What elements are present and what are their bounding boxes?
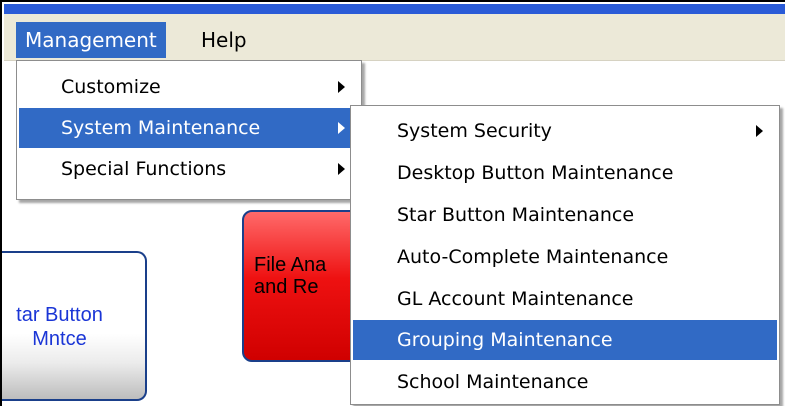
menu-item-label: GL Account Maintenance	[397, 288, 634, 310]
menu-item-desktop-button-maintenance[interactable]: Desktop Button Maintenance	[353, 153, 777, 193]
menu-item-label: System Maintenance	[61, 117, 261, 139]
menu-item-label: Grouping Maintenance	[397, 329, 613, 351]
star-button-maintenance-desktop-button[interactable]: tar Button Mntce	[2, 251, 147, 401]
system-maintenance-submenu: System Security Desktop Button Maintenan…	[350, 105, 780, 405]
menu-item-special-functions[interactable]: Special Functions	[19, 149, 359, 189]
app-window: tar Button Mntce File Ana and Re Managem…	[0, 0, 785, 406]
submenu-arrow-icon	[756, 125, 763, 137]
menu-bar: Management Help	[4, 14, 785, 61]
submenu-arrow-icon	[338, 163, 345, 175]
menu-item-system-security[interactable]: System Security	[353, 111, 777, 151]
menu-item-star-button-maintenance[interactable]: Star Button Maintenance	[353, 195, 777, 235]
management-dropdown-menu: Customize System Maintenance Special Fun…	[16, 60, 362, 200]
menu-management[interactable]: Management	[16, 22, 166, 58]
menu-item-label: Auto-Complete Maintenance	[397, 246, 669, 268]
menu-item-system-maintenance[interactable]: System Maintenance	[19, 108, 359, 148]
menu-item-label: Desktop Button Maintenance	[397, 162, 674, 184]
menu-item-label: System Security	[397, 120, 552, 142]
menu-item-label: Customize	[61, 76, 161, 98]
menu-item-school-maintenance[interactable]: School Maintenance	[353, 362, 777, 402]
title-bar-strip	[4, 4, 785, 14]
menu-item-label: Special Functions	[61, 158, 227, 180]
submenu-arrow-icon	[338, 122, 345, 134]
menu-item-grouping-maintenance[interactable]: Grouping Maintenance	[353, 320, 777, 360]
menu-help[interactable]: Help	[192, 22, 256, 58]
menu-item-label: Star Button Maintenance	[397, 204, 635, 226]
submenu-arrow-icon	[338, 81, 345, 93]
menu-item-auto-complete-maintenance[interactable]: Auto-Complete Maintenance	[353, 237, 777, 277]
menu-item-label: School Maintenance	[397, 371, 589, 393]
menu-item-gl-account-maintenance[interactable]: GL Account Maintenance	[353, 279, 777, 319]
menu-item-customize[interactable]: Customize	[19, 67, 359, 107]
star-button-label: tar Button Mntce	[16, 304, 103, 350]
